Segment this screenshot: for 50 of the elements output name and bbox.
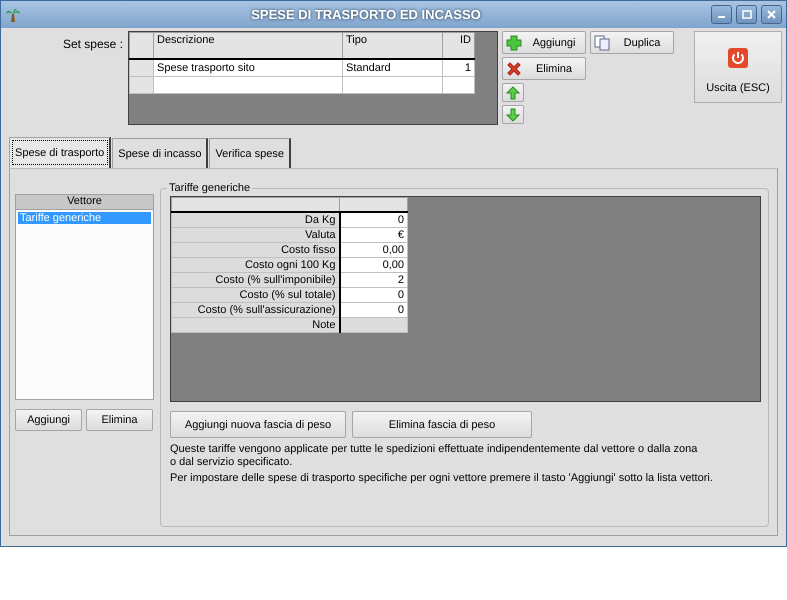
close-button[interactable] — [761, 5, 782, 24]
add-weight-band-button[interactable]: Aggiungi nuova fascia di peso — [170, 411, 346, 438]
delete-button[interactable]: Elimina — [502, 57, 586, 80]
table-cell: 2 — [340, 272, 408, 288]
move-down-button[interactable] — [502, 105, 524, 124]
tab[interactable]: Spese di incasso — [112, 138, 208, 168]
power-icon — [727, 46, 749, 68]
row-label: Costo (% sul totale) — [172, 288, 340, 302]
palm-tree-icon — [5, 6, 21, 22]
row-label: Da Kg — [172, 212, 340, 228]
column-header: Descrizione — [154, 32, 342, 58]
table-cell: 0 — [340, 302, 408, 318]
arrow-down-icon — [506, 108, 520, 122]
copy-icon — [594, 34, 610, 50]
tab[interactable]: Spese di trasporto — [9, 137, 112, 168]
column-header: ID — [442, 32, 474, 58]
table-cell: 0 — [340, 288, 408, 302]
exit-button[interactable]: Uscita (ESC) — [694, 31, 782, 103]
window-title: SPESE DI TRASPORTO ED INCASSO — [250, 7, 482, 22]
table-cell: € — [340, 228, 408, 242]
row-label: Costo (% sull'imponibile) — [172, 272, 340, 288]
tab[interactable]: Verifica spese — [209, 138, 291, 168]
maximize-button[interactable] — [736, 5, 757, 24]
info-text: o dal servizio specificato. — [170, 456, 294, 469]
move-up-button[interactable] — [502, 83, 524, 102]
row-label: Costo fisso — [172, 242, 340, 258]
row-label: Note — [172, 318, 340, 332]
info-text: Queste tariffe vengono applicate per tutte le spedizioni effettuate indipendentemente dal vettore o dalla zona — [170, 443, 698, 456]
arrow-up-icon — [506, 86, 520, 100]
table-cell: 0,00 — [340, 242, 408, 258]
add-button[interactable]: Aggiungi — [502, 31, 586, 54]
list-header: Vettore — [15, 194, 154, 210]
delete-weight-band-button[interactable]: Elimina fascia di peso — [352, 411, 532, 438]
table-cell: 0,00 — [340, 258, 408, 272]
table-cell: 0 — [340, 212, 408, 228]
row-label: Costo (% sull'assicurazione) — [172, 302, 340, 318]
row-label: Costo ogni 100 Kg — [172, 258, 340, 272]
duplicate-button[interactable]: Duplica — [590, 31, 674, 54]
minimize-button[interactable] — [711, 5, 732, 24]
row-label: Valuta — [172, 228, 340, 242]
delete-icon — [506, 60, 522, 76]
delete-button[interactable]: Elimina — [86, 409, 153, 431]
maximize-icon — [742, 10, 752, 19]
column-header: Tipo — [342, 32, 442, 58]
group-title: Tariffe generiche — [168, 182, 252, 194]
set-spese-label: Set spese : — [62, 36, 123, 53]
info-text: Per impostare delle spese di trasporto specifiche per ogni vettore premere il tasto 'Aggiungi' sotto la lista vettori. — [170, 472, 714, 485]
plus-icon — [506, 34, 522, 50]
close-icon — [767, 10, 776, 19]
add-button[interactable]: Aggiungi — [15, 409, 82, 431]
